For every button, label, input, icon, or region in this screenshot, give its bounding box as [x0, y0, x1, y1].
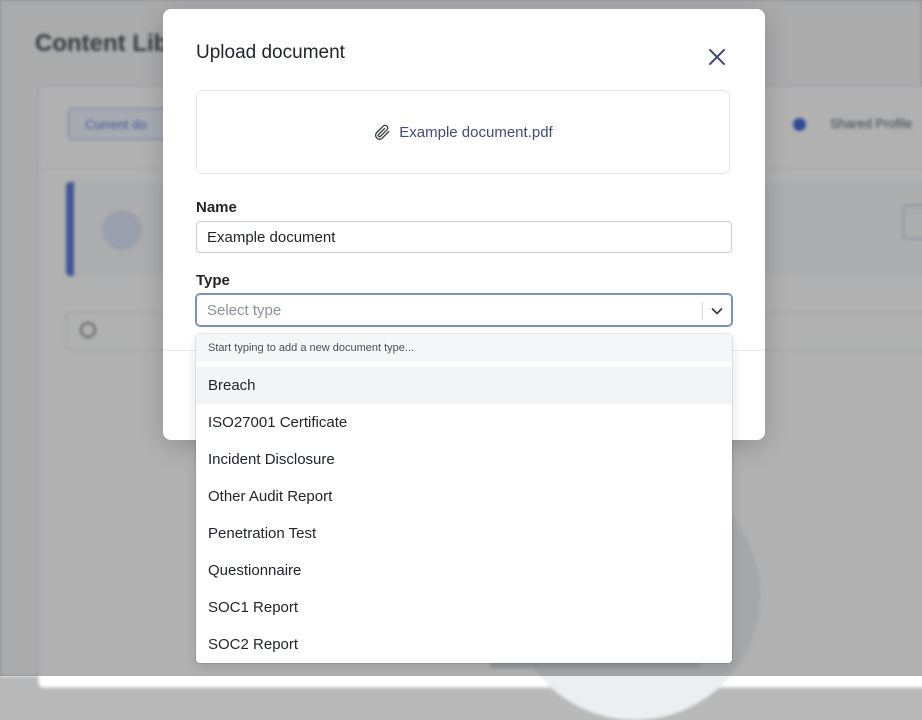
name-label: Name — [196, 199, 237, 216]
attachment-dropzone[interactable]: Example document.pdf — [196, 90, 730, 174]
type-select-placeholder: Select type — [207, 302, 282, 319]
type-label: Type — [196, 272, 230, 289]
option-iso27001-certificate[interactable]: ISO27001 Certificate — [196, 404, 732, 441]
chevron-down-icon[interactable] — [709, 303, 725, 319]
option-questionnaire[interactable]: Questionnaire — [196, 552, 732, 589]
option-breach[interactable]: Breach — [196, 367, 732, 404]
create-option-hint: Start typing to add a new document type.… — [196, 334, 732, 362]
option-penetration-test[interactable]: Penetration Test — [196, 515, 732, 552]
modal-title: Upload document — [196, 42, 345, 63]
option-incident-disclosure[interactable]: Incident Disclosure — [196, 441, 732, 478]
close-button[interactable] — [704, 44, 730, 70]
option-soc1-report[interactable]: SOC1 Report — [196, 589, 732, 626]
attached-file-name[interactable]: Example document.pdf — [399, 124, 552, 141]
select-separator — [702, 302, 703, 320]
paperclip-icon — [375, 124, 390, 140]
close-icon — [709, 49, 725, 65]
type-options-menu: Start typing to add a new document type.… — [196, 334, 732, 663]
option-soc2-report[interactable]: SOC2 Report — [196, 626, 732, 663]
option-other-audit-report[interactable]: Other Audit Report — [196, 478, 732, 515]
type-select[interactable]: Select type — [196, 294, 732, 326]
name-input[interactable] — [196, 221, 732, 253]
